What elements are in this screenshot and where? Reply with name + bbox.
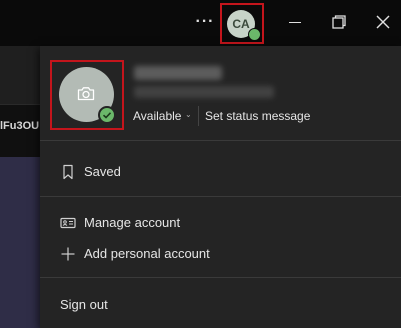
presence-available-icon bbox=[248, 28, 261, 41]
divider bbox=[40, 277, 401, 278]
divider bbox=[40, 196, 401, 197]
manage-account-menu-item[interactable]: Manage account bbox=[40, 209, 401, 237]
status-separator bbox=[198, 106, 199, 126]
chevron-down-icon[interactable]: ⌄ bbox=[185, 110, 192, 119]
plus-icon bbox=[61, 247, 75, 261]
status-dropdown-label[interactable]: Available bbox=[133, 109, 181, 123]
sign-out-label: Sign out bbox=[60, 297, 108, 312]
camera-icon[interactable] bbox=[77, 86, 95, 101]
more-options-icon[interactable]: ··· bbox=[195, 12, 215, 32]
user-email-redacted bbox=[134, 86, 274, 98]
bookmark-icon bbox=[63, 164, 73, 180]
manage-account-label: Manage account bbox=[84, 215, 181, 230]
add-personal-account-menu-item[interactable]: Add personal account bbox=[40, 240, 401, 268]
title-bar: ··· CA bbox=[0, 0, 401, 46]
presence-available-icon bbox=[98, 106, 116, 124]
divider bbox=[40, 140, 401, 141]
restore-icon[interactable] bbox=[332, 15, 346, 29]
saved-menu-item[interactable]: Saved bbox=[40, 158, 401, 186]
saved-label: Saved bbox=[84, 164, 121, 179]
sign-out-menu-item[interactable]: Sign out bbox=[40, 291, 401, 319]
add-personal-account-label: Add personal account bbox=[84, 246, 210, 261]
background-content-area bbox=[0, 157, 40, 328]
close-icon[interactable] bbox=[376, 15, 390, 29]
background-channel-text: lFu3OU bbox=[0, 120, 40, 132]
user-name-redacted bbox=[134, 66, 222, 80]
id-card-icon bbox=[60, 217, 76, 229]
minimize-icon[interactable] bbox=[289, 22, 301, 23]
set-status-message-button[interactable]: Set status message bbox=[205, 109, 310, 123]
background-app-header bbox=[0, 46, 40, 104]
profile-panel: Available ⌄ Set status message Saved Man… bbox=[40, 46, 401, 328]
